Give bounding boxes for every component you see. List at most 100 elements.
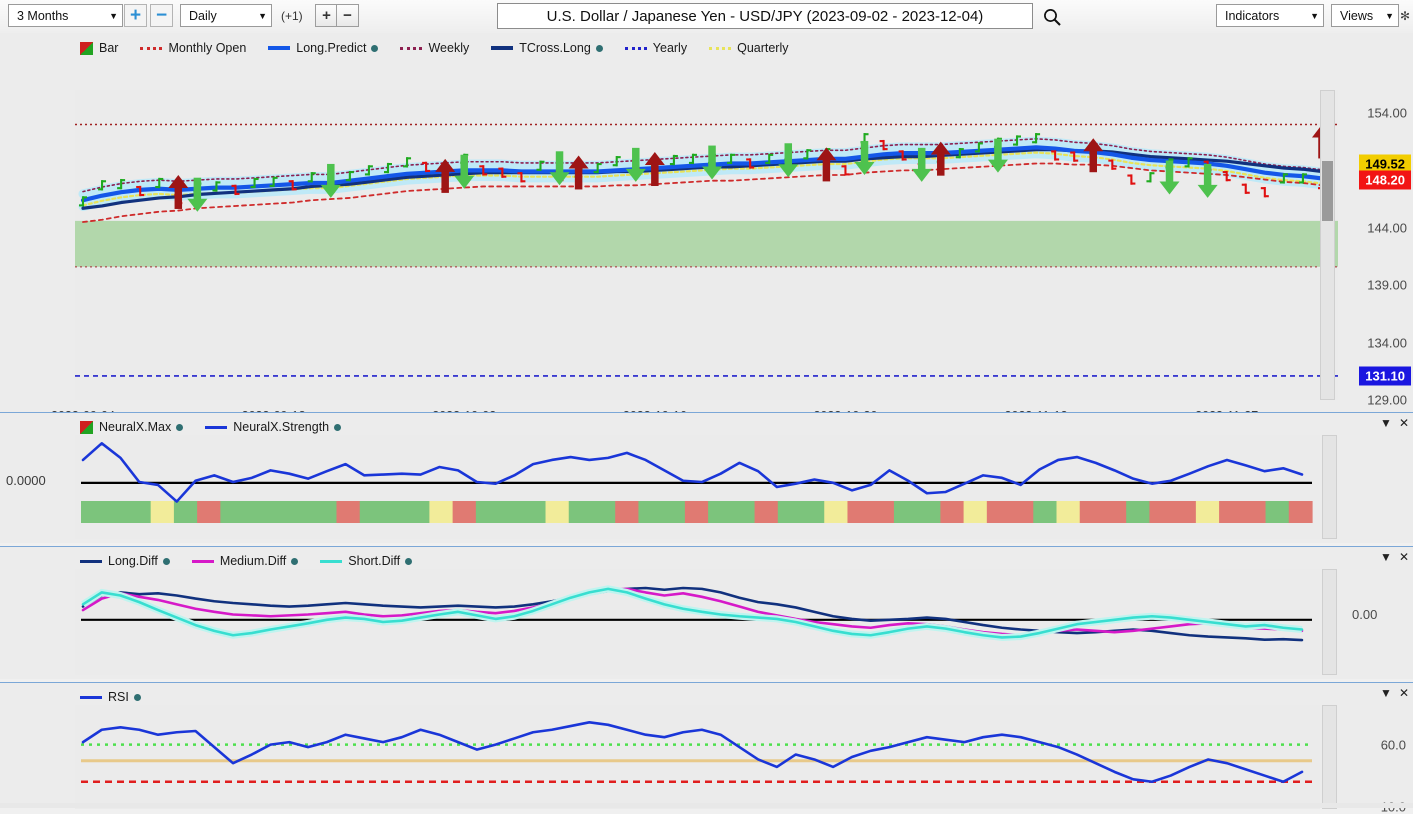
legend-item-tcross-long[interactable]: TCross.Long	[491, 41, 603, 55]
chevron-down-icon[interactable]: ▼	[1380, 416, 1392, 430]
diff-chart-svg	[75, 569, 1320, 675]
rsi-panel: RSI ▼ ✕ 60.010.0	[0, 682, 1413, 808]
interval-select-value: Daily	[189, 9, 217, 23]
line-swatch-icon	[205, 426, 227, 429]
legend-item-medium-diff[interactable]: Medium.Diff	[192, 554, 298, 568]
indicator-settings-icon[interactable]	[163, 558, 170, 565]
legend-item-yearly[interactable]: Yearly	[625, 41, 687, 55]
legend-item-short-diff[interactable]: Short.Diff	[320, 554, 412, 568]
price-axis-label: 144.00	[1367, 220, 1407, 235]
scrollbar-thumb[interactable]	[1322, 161, 1333, 221]
neuralx-panel-controls: ▼ ✕	[1380, 416, 1409, 430]
rsi-legend: RSI	[80, 690, 163, 704]
neuralx-panel: NeuralX.Max NeuralX.Strength ▼ ✕ 0.0000	[0, 412, 1413, 543]
line-swatch-icon	[192, 560, 214, 563]
plus-icon: +	[130, 6, 141, 25]
line-swatch-icon	[320, 560, 342, 563]
range-select[interactable]: 3 Months ▼	[8, 4, 123, 27]
indicator-settings-icon[interactable]	[405, 558, 412, 565]
close-icon[interactable]: ✕	[1399, 416, 1409, 430]
diff-scrollbar[interactable]	[1322, 569, 1337, 675]
chevron-down-icon: ▼	[1385, 11, 1394, 21]
chevron-down-icon[interactable]: ▼	[1380, 686, 1392, 700]
diff-axis-label: 0.00	[1352, 607, 1377, 622]
diff-legend: Long.Diff Medium.Diff Short.Diff	[80, 554, 434, 568]
symbol-text: U.S. Dollar / Japanese Yen - USD/JPY (20…	[547, 8, 984, 25]
legend-item-bar[interactable]: Bar	[80, 41, 118, 55]
close-icon[interactable]: ✕	[1399, 686, 1409, 700]
offset-decrease-button[interactable]: −	[336, 4, 359, 27]
legend-item-neuralx-strength[interactable]: NeuralX.Strength	[205, 420, 341, 434]
rsi-axis-label: 60.0	[1381, 737, 1406, 752]
legend-label: NeuralX.Max	[99, 420, 171, 434]
line-swatch-icon	[268, 46, 290, 50]
price-axis-label: 134.00	[1367, 335, 1407, 350]
neuralx-chart-svg	[75, 435, 1320, 539]
rsi-chart-svg	[75, 705, 1320, 809]
minus-icon: −	[156, 6, 167, 25]
indicators-select-value: Indicators	[1225, 9, 1279, 23]
legend-item-neuralx-max[interactable]: NeuralX.Max	[80, 420, 183, 434]
price-axis-label: 139.00	[1367, 278, 1407, 293]
star-icon[interactable]: ✻	[1400, 9, 1410, 23]
rsi-axis: 60.010.0	[1340, 705, 1410, 809]
main-price-plot[interactable]	[75, 90, 1338, 400]
rsi-scrollbar[interactable]	[1322, 705, 1337, 809]
legend-item-long-predict[interactable]: Long.Predict	[268, 41, 378, 55]
legend-label: Bar	[99, 41, 118, 55]
rsi-plot[interactable]	[75, 705, 1320, 809]
diff-panel: Long.Diff Medium.Diff Short.Diff ▼ ✕ 0.00	[0, 546, 1413, 679]
price-axis: 154.00144.00139.00134.00129.00149.52148.…	[1338, 90, 1413, 400]
legend-item-monthly-open[interactable]: Monthly Open	[140, 41, 246, 55]
indicator-settings-icon[interactable]	[334, 424, 341, 431]
indicator-settings-icon[interactable]	[176, 424, 183, 431]
rsi-panel-controls: ▼ ✕	[1380, 686, 1409, 700]
dotted-line-swatch-icon	[140, 47, 162, 50]
indicator-settings-icon[interactable]	[371, 45, 378, 52]
status-bar	[0, 803, 1413, 808]
legend-item-quarterly[interactable]: Quarterly	[709, 41, 788, 55]
legend-label: Short.Diff	[348, 554, 400, 568]
neuralx-legend: NeuralX.Max NeuralX.Strength	[80, 420, 363, 434]
neuralx-plot[interactable]	[75, 435, 1320, 539]
neuralx-scrollbar[interactable]	[1322, 435, 1337, 539]
line-swatch-icon	[80, 696, 102, 699]
dotted-line-swatch-icon	[625, 47, 647, 50]
offset-note: (+1)	[281, 9, 303, 23]
legend-label: Monthly Open	[168, 41, 246, 55]
legend-label: Medium.Diff	[220, 554, 286, 568]
indicators-select[interactable]: Indicators ▼	[1216, 4, 1324, 27]
close-icon[interactable]: ✕	[1399, 550, 1409, 564]
range-increase-button[interactable]: +	[124, 4, 147, 27]
chevron-down-icon[interactable]: ▼	[1380, 550, 1392, 564]
offset-increase-button[interactable]: +	[315, 4, 338, 27]
line-swatch-icon	[80, 560, 102, 563]
symbol-input[interactable]: U.S. Dollar / Japanese Yen - USD/JPY (20…	[497, 3, 1033, 29]
legend-item-long-diff[interactable]: Long.Diff	[80, 554, 170, 568]
main-chart-panel: Bar Monthly Open Long.Predict Weekly TCross.…	[0, 33, 1413, 412]
line-swatch-icon	[491, 46, 513, 50]
indicator-settings-icon[interactable]	[596, 45, 603, 52]
legend-label: Yearly	[653, 41, 687, 55]
price-chart-svg	[75, 90, 1338, 400]
bar-swatch-icon	[80, 421, 93, 434]
interval-select[interactable]: Daily ▼	[180, 4, 272, 27]
chevron-down-icon: ▼	[109, 11, 118, 21]
views-select[interactable]: Views ▼	[1331, 4, 1399, 27]
legend-label: Quarterly	[737, 41, 788, 55]
chevron-down-icon: ▼	[1310, 11, 1319, 21]
legend-item-weekly[interactable]: Weekly	[400, 41, 469, 55]
legend-item-rsi[interactable]: RSI	[80, 690, 141, 704]
indicator-settings-icon[interactable]	[134, 694, 141, 701]
indicator-settings-icon[interactable]	[291, 558, 298, 565]
search-icon[interactable]	[1042, 7, 1062, 27]
bar-swatch-icon	[80, 42, 93, 55]
legend-label: Weekly	[428, 41, 469, 55]
price-tag: 131.10	[1359, 366, 1411, 385]
toolbar: 3 Months ▼ + − Daily ▼ (+1) + − U.S. Dol…	[0, 0, 1413, 34]
diff-plot[interactable]	[75, 569, 1320, 675]
neuralx-axis-label: 0.0000	[6, 473, 46, 488]
price-axis-label: 129.00	[1367, 393, 1407, 408]
range-decrease-button[interactable]: −	[150, 4, 173, 27]
main-plot-scrollbar[interactable]	[1320, 90, 1335, 400]
